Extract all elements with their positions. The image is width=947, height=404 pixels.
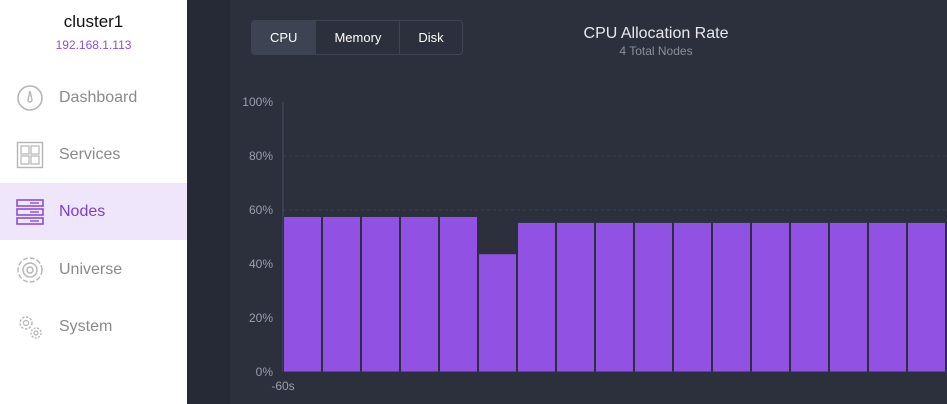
cpu-bar xyxy=(283,215,322,373)
cluster-name: cluster1 xyxy=(63,12,124,31)
sidebar-item-label: Dashboard xyxy=(59,88,138,106)
cpu-bar xyxy=(439,215,478,373)
cpu-bar xyxy=(673,221,712,373)
cpu-bar xyxy=(634,221,673,373)
y-tick-label: 80% xyxy=(249,149,273,163)
cpu-bar xyxy=(829,221,868,373)
cpu-bar xyxy=(751,221,790,373)
sidebar-item-system[interactable]: System xyxy=(0,298,187,355)
x-tick-label: -60s xyxy=(271,379,294,393)
cpu-bar xyxy=(595,221,634,373)
nodes-server-icon xyxy=(16,198,44,226)
cpu-bar xyxy=(868,221,907,373)
sidebar-item-label: Universe xyxy=(59,260,123,278)
cpu-bar xyxy=(361,215,400,373)
sidebar-item-label: System xyxy=(59,317,113,335)
system-gears-icon xyxy=(16,313,44,341)
sidebar-item-dashboard[interactable]: Dashboard xyxy=(0,69,187,126)
cpu-bar xyxy=(556,221,595,373)
cpu-bar xyxy=(322,215,361,373)
y-tick-label: 0% xyxy=(256,365,274,379)
y-tick-label: 100% xyxy=(242,95,273,109)
sidebar: cluster1 192.168.1.113 Dashboard Service… xyxy=(0,0,187,404)
sidebar-item-services[interactable]: Services xyxy=(0,126,187,183)
cpu-bar xyxy=(478,253,517,373)
y-tick-label: 20% xyxy=(249,311,273,325)
sidebar-divider xyxy=(187,0,230,404)
y-tick-label: 60% xyxy=(249,203,273,217)
dashboard-gauge-icon xyxy=(16,84,44,112)
main-panel: CPU Memory Disk CPU Allocation Rate 4 To… xyxy=(230,0,947,404)
universe-orbit-icon xyxy=(16,256,44,284)
y-tick-label: 40% xyxy=(249,257,273,271)
cpu-bar xyxy=(907,221,946,373)
sidebar-item-label: Services xyxy=(59,145,121,163)
cpu-allocation-chart: 100%80%60%40%20%0%-60s-40s xyxy=(242,95,947,393)
cluster-ip: 192.168.1.113 xyxy=(55,38,132,52)
services-grid-icon xyxy=(16,141,44,169)
sidebar-item-nodes[interactable]: Nodes xyxy=(0,183,187,240)
sidebar-item-label: Nodes xyxy=(59,202,106,220)
cpu-bar xyxy=(712,221,751,373)
cpu-bar xyxy=(400,215,439,373)
sidebar-item-universe[interactable]: Universe xyxy=(0,241,187,298)
cpu-bar xyxy=(790,221,829,373)
cpu-bar xyxy=(517,221,556,373)
